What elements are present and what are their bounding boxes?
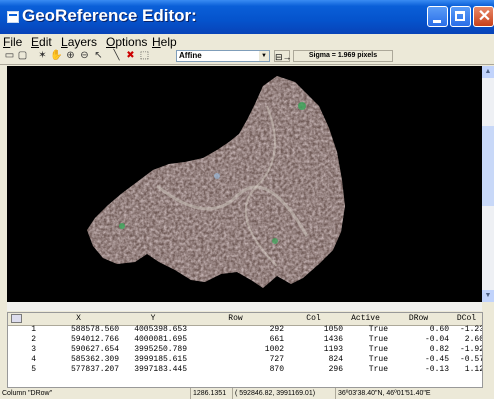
cell-active[interactable]: True <box>343 345 388 355</box>
select-icon[interactable]: ✶ <box>36 50 49 62</box>
cell-drow[interactable]: -0.04 <box>388 335 449 345</box>
extent-icon[interactable]: ⬚ <box>138 50 151 62</box>
transform-select[interactable]: Affine ▼ <box>176 50 270 62</box>
cell-row[interactable]: 727 <box>187 355 284 365</box>
column-header-y[interactable]: Y <box>119 313 187 325</box>
row-index[interactable]: 2 <box>8 335 38 345</box>
menu-file[interactable]: File <box>3 35 22 49</box>
cell-x[interactable]: 577837.207 <box>38 365 119 375</box>
cell-y[interactable]: 4000081.695 <box>119 335 187 345</box>
menu-edit[interactable]: Edit <box>31 35 52 49</box>
apply-button[interactable]: ⊟→ <box>274 50 292 62</box>
zoom-out-icon[interactable]: ⊖ <box>78 50 91 62</box>
menu-options[interactable]: Options <box>106 35 147 49</box>
row-index[interactable]: 5 <box>8 365 38 375</box>
horizontal-scrollbar[interactable] <box>7 302 482 311</box>
zoom-in-icon[interactable]: ⊕ <box>64 50 77 62</box>
image-viewer[interactable] <box>7 66 482 302</box>
cell-col[interactable]: 1050 <box>284 325 343 335</box>
row-index[interactable]: 1 <box>8 325 38 335</box>
satellite-image <box>87 76 345 288</box>
cell-dcol[interactable]: 1.12 <box>449 365 482 375</box>
row-index[interactable]: 4 <box>8 355 38 365</box>
sigma-readout: Sigma = 1.969 pixels <box>293 50 393 62</box>
column-header-col[interactable]: Col <box>284 313 343 325</box>
open-layer-icon[interactable]: ▢ <box>16 50 29 62</box>
table-row[interactable]: 3 590627.654 3995250.789 1002 1193 True 0.82 -1… <box>8 345 482 355</box>
cell-active[interactable]: True <box>343 325 388 335</box>
menu-layers[interactable]: Layers <box>61 35 97 49</box>
new-layer-icon[interactable]: ▭ <box>3 50 16 62</box>
chevron-down-icon[interactable]: ▼ <box>259 51 269 61</box>
cell-y[interactable]: 4005398.653 <box>119 325 187 335</box>
cell-active[interactable]: True <box>343 365 388 375</box>
table-row[interactable]: 1 588578.560 4005398.653 292 1050 True 0.60 -1.… <box>8 325 482 335</box>
cell-col[interactable]: 824 <box>284 355 343 365</box>
cell-dcol[interactable]: -1.23 <box>449 325 482 335</box>
table-row[interactable]: 4 585362.309 3999185.615 727 824 True -0.45 -0.… <box>8 355 482 365</box>
cell-drow[interactable]: -0.45 <box>388 355 449 365</box>
scroll-thumb[interactable] <box>482 126 494 206</box>
cell-col[interactable]: 1436 <box>284 335 343 345</box>
table-row[interactable]: 2 594012.766 4000081.695 661 1436 True -0.04 2.… <box>8 335 482 345</box>
column-header-x[interactable]: X <box>38 313 119 325</box>
window-title: GeoReference Editor: <box>22 6 197 25</box>
pointer-icon[interactable]: ↖ <box>92 50 105 62</box>
status-pixel: 1286.1351 <box>190 388 232 399</box>
minimize-icon <box>433 20 441 23</box>
cell-row[interactable]: 292 <box>187 325 284 335</box>
cell-x[interactable]: 588578.560 <box>38 325 119 335</box>
column-header-dcol[interactable]: DCol <box>449 313 482 325</box>
cell-dcol[interactable]: -1.92 <box>449 345 482 355</box>
cell-x[interactable]: 590627.654 <box>38 345 119 355</box>
status-bar: Column "DRow" 1286.1351 ( 592846.82, 399… <box>0 388 494 399</box>
vertical-scrollbar[interactable]: ▲ ▼ <box>482 66 494 302</box>
menu-help[interactable]: Help <box>152 35 177 49</box>
cell-dcol[interactable]: 2.60 <box>449 335 482 345</box>
cell-drow[interactable]: 0.82 <box>388 345 449 355</box>
cell-active[interactable]: True <box>343 355 388 365</box>
line-icon[interactable]: ╲ <box>110 50 123 62</box>
cell-drow[interactable]: 0.60 <box>388 325 449 335</box>
cell-y[interactable]: 3995250.789 <box>119 345 187 355</box>
cell-row[interactable]: 1002 <box>187 345 284 355</box>
cell-row[interactable]: 870 <box>187 365 284 375</box>
column-header-active[interactable]: Active <box>343 313 388 325</box>
table-corner-icon[interactable] <box>11 314 22 323</box>
status-column: Column "DRow" <box>2 390 53 397</box>
cell-x[interactable]: 585362.309 <box>38 355 119 365</box>
georeference-editor-window: GeoReference Editor: ✕ File Edit Layers … <box>0 0 494 399</box>
maximize-button[interactable] <box>450 6 471 27</box>
cell-col[interactable]: 1193 <box>284 345 343 355</box>
cell-dcol[interactable]: -0.57 <box>449 355 482 365</box>
cell-col[interactable]: 296 <box>284 365 343 375</box>
cell-active[interactable]: True <box>343 335 388 345</box>
cell-row[interactable]: 661 <box>187 335 284 345</box>
cell-x[interactable]: 594012.766 <box>38 335 119 345</box>
cell-drow[interactable]: -0.13 <box>388 365 449 375</box>
row-index[interactable]: 3 <box>8 345 38 355</box>
pan-hand-icon[interactable]: ✋ <box>50 50 63 62</box>
close-button[interactable]: ✕ <box>473 6 494 27</box>
scroll-down-icon[interactable]: ▼ <box>482 290 494 302</box>
delete-point-icon[interactable]: ✖ <box>124 50 137 62</box>
column-header-drow[interactable]: DRow <box>388 313 449 325</box>
table-row[interactable]: 5 577837.207 3997183.445 870 296 True -0.13 1.1… <box>8 365 482 375</box>
menu-bar: File Edit Layers Options Help <box>0 34 494 49</box>
cell-y[interactable]: 3997183.445 <box>119 365 187 375</box>
app-icon <box>7 11 19 23</box>
cell-y[interactable]: 3999185.615 <box>119 355 187 365</box>
close-icon: ✕ <box>477 8 492 25</box>
transform-value: Affine <box>179 51 202 60</box>
gcp-table[interactable]: X Y Row Col Active DRow DCol 1 588578.560… <box>7 312 483 388</box>
toolbar: ▭ ▢ ✶ ✋ ⊕ ⊖ ↖ ╲ ✖ ⬚ Affine ▼ ⊟→ Sigma = … <box>0 49 494 65</box>
scroll-up-icon[interactable]: ▲ <box>482 66 494 78</box>
status-latlon: 36º03'38.40"N, 46º01'51.40"E <box>335 388 494 399</box>
maximize-icon <box>455 11 465 21</box>
title-bar[interactable]: GeoReference Editor: ✕ <box>0 0 494 34</box>
minimize-button[interactable] <box>427 6 448 27</box>
status-map-coords: ( 592846.82, 3991169.01) <box>232 388 335 399</box>
column-header-row[interactable]: Row <box>187 313 284 325</box>
